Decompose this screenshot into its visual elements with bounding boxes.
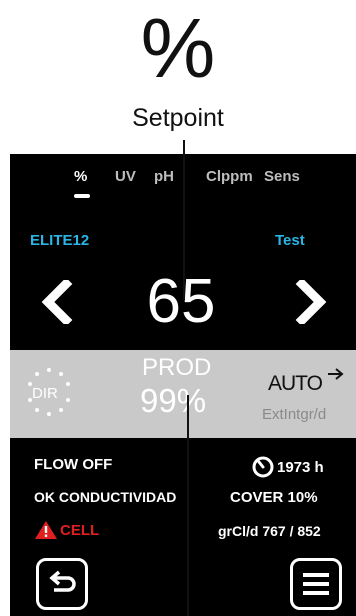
tab-percent[interactable]: % [74,168,87,185]
hours-value: 1973 h [277,458,324,476]
chlorine-production: grCl/d 767 / 852 [218,523,321,539]
tab-sens[interactable]: Sens [264,168,300,185]
tab-uv[interactable]: UV [115,168,136,185]
test-button[interactable]: Test [275,232,305,249]
chevron-right-icon [295,280,327,324]
warning-icon [35,521,57,539]
decrease-button[interactable] [32,272,82,332]
setpoint-caption: Setpoint [132,104,224,132]
active-tab-indicator [74,194,90,198]
setpoint-value: 65 [146,267,216,336]
setpoint-leader-line [183,140,185,300]
production-leader-line [187,395,189,616]
tab-ph[interactable]: pH [154,168,174,185]
gauge-icon [252,456,274,478]
chevron-left-icon [41,280,73,324]
menu-icon [303,573,329,595]
conductivity-status: OK CONDUCTIVIDAD [34,489,177,505]
dir-label: DIR [32,385,58,402]
production-panel: DIR PROD 99% AUTO ExtIntgr/d [10,350,356,438]
auto-mode-button[interactable]: AUTO [268,372,323,396]
prod-value: 99% [140,382,207,419]
model-name: ELITE12 [30,232,90,249]
cover-status: COVER 10% [230,489,318,506]
increase-button[interactable] [286,272,336,332]
cell-alert: CELL [34,520,99,540]
control-source-label: ExtIntgr/d [262,406,327,423]
back-button[interactable] [36,558,88,610]
tab-clppm[interactable]: Clppm [206,168,253,185]
setpoint-symbol: % [140,1,216,95]
cell-label: CELL [60,521,100,539]
arrow-right-icon [328,368,344,380]
menu-button[interactable] [290,558,342,610]
back-icon [49,570,76,592]
flow-status: FLOW OFF [34,456,113,473]
prod-label: PROD [142,354,212,381]
hours-counter: 1973 h [252,456,324,478]
